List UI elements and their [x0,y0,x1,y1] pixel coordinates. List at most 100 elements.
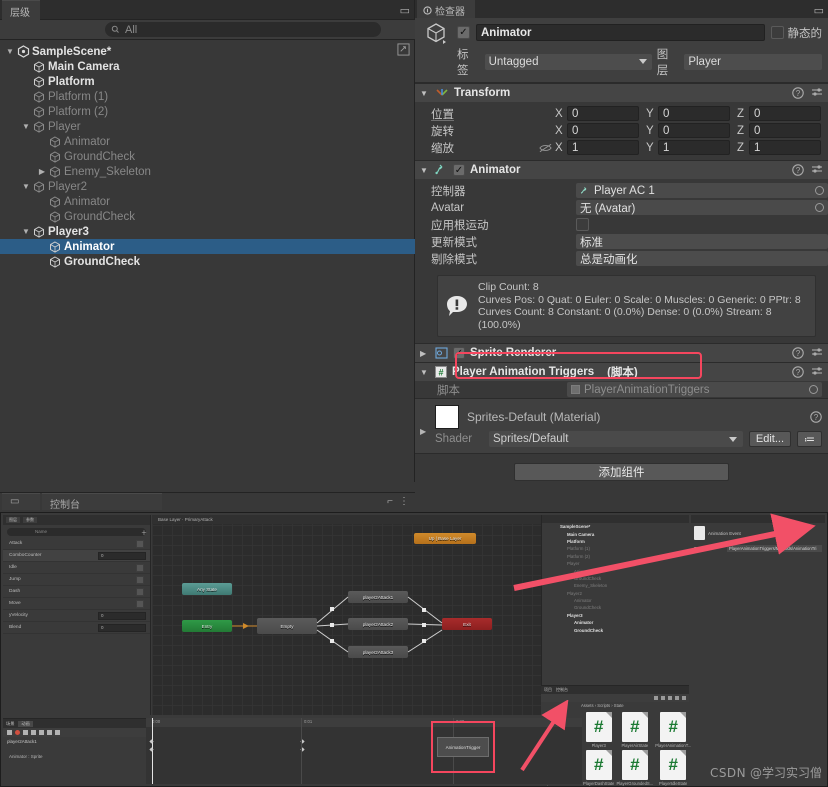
play-icon[interactable] [39,730,44,735]
project-file-item[interactable]: # PlayerAnimationT... [655,712,691,748]
material-foldout-icon[interactable]: ▶ [420,427,426,436]
tab-console[interactable]: 控制台 [42,493,162,511]
tab-inspector[interactable]: 检查器 [417,0,475,18]
help-icon[interactable]: ? [810,411,822,423]
secondary-hierarchy-item[interactable]: Platform [542,538,689,545]
animator-parameter-list[interactable]: Attack ComboCounter 0 Idle Jump Dash Move yVelo… [3,538,150,634]
transform-z-input[interactable]: 1 [749,140,821,155]
hierarchy-item[interactable]: ▼ SampleScene* [0,44,415,59]
project-tab[interactable]: 控制台 [556,687,568,693]
toolbar-icon[interactable] [654,696,658,700]
shader-edit-button[interactable]: Edit... [748,431,791,447]
next-frame-icon[interactable] [47,730,52,735]
add-parameter-icon[interactable]: ＋ [141,528,147,537]
timeline-ruler[interactable]: 0:00 0:01 0:30 [146,718,582,727]
animator-parameter-row[interactable]: Blend 0 [3,622,150,634]
object-picker-icon[interactable] [815,203,824,212]
hierarchy-item[interactable]: Animator [0,194,415,209]
shader-dropdown[interactable]: Sprites/Default [489,431,743,447]
shader-menu-button[interactable]: ≔ [797,431,822,447]
hierarchy-item[interactable]: Main Camera [0,59,415,74]
static-checkbox[interactable] [770,26,784,39]
project-file-item[interactable]: # PlayerDashState [583,750,614,786]
record-icon[interactable] [15,730,20,735]
foldout-arrow-icon[interactable]: ▼ [20,182,32,191]
function-dropdown[interactable]: PlayerAnimationTriggers/Methods/Animatio… [727,545,822,552]
hierarchy-item[interactable]: ▼ Player [0,119,415,134]
parameter-value-input[interactable]: 0 [98,611,146,620]
hierarchy-item[interactable]: ▶ Enemy_Skeleton [0,164,415,179]
tag-dropdown[interactable]: Untagged [484,54,652,70]
parameter-toggle[interactable] [136,587,144,596]
window-menu-icon[interactable]: ▭ [400,4,410,17]
secondary-hierarchy-item[interactable]: Platform (1) [542,545,689,552]
secondary-hierarchy-item[interactable]: Main Camera [542,530,689,537]
animator-state-graph[interactable]: Base Layer · PrimaryAttack Up | Base Lay… [152,515,582,715]
animator-parameter-row[interactable]: Attack [3,538,150,550]
parameter-value-input[interactable]: 0 [98,551,146,560]
secondary-hierarchy-item[interactable]: SampleScene* [542,523,689,530]
animator-enum-dropdown[interactable]: 总是动画化 [576,251,828,266]
inspector-window-menu-icon[interactable]: ▭ [814,4,824,17]
gameobject-name-input[interactable]: Animator [476,24,765,41]
animator-object-field[interactable]: Player AC 1 [576,183,828,198]
animation-window-tab[interactable]: 场景 [6,721,14,727]
hierarchy-tree[interactable]: ▼ SampleScene* Main Camera Platform Platform… [0,42,415,482]
project-toolbar[interactable] [541,694,689,702]
secondary-hierarchy-tree[interactable]: SampleScene* Main Camera Platform Platform … [542,523,689,634]
toolbar-icon[interactable] [668,696,672,700]
foldout-arrow-icon[interactable]: ▼ [20,122,32,131]
animator-parameter-row[interactable]: ComboCounter 0 [3,550,150,562]
animator-param-tab[interactable]: 图层 [6,517,20,523]
hierarchy-item[interactable]: Platform (2) [0,104,415,119]
hierarchy-item[interactable]: GroundCheck [0,254,415,269]
project-tree-item[interactable]: ★ Favorites [541,710,581,717]
preset-icon[interactable] [811,347,823,359]
parameter-toggle[interactable] [136,599,144,608]
help-icon[interactable]: ? [792,366,804,378]
object-picker-icon[interactable] [809,385,818,394]
sprite-renderer-header[interactable]: ▶ ✓ Sprite Renderer ? [415,344,828,362]
layer-dropdown[interactable]: Player [684,54,822,70]
transform-y-input[interactable]: 1 [658,140,730,155]
animator-object-field[interactable]: 无 (Avatar) [576,200,828,215]
parameter-toggle[interactable] [136,539,144,548]
secondary-hierarchy-item[interactable]: Animator [542,619,689,626]
secondary-hierarchy-item[interactable]: Player3 [542,612,689,619]
transform-x-input[interactable]: 1 [567,140,639,155]
animator-parameter-row[interactable]: Dash [3,586,150,598]
transform-x-input[interactable]: 0 [567,106,639,121]
animation-clip-name[interactable]: player2Attack1 [7,739,37,744]
animator-enum-dropdown[interactable]: 标准 [576,234,828,249]
tab-hierarchy[interactable]: 层级 [2,0,40,20]
gameobject-enabled-checkbox[interactable]: ✓ [457,26,470,39]
secondary-hierarchy-item[interactable]: Platform (2) [542,553,689,560]
animator-parameter-row[interactable]: Jump [3,574,150,586]
project-file-item[interactable]: # PlayerIdleState [655,750,691,786]
transform-x-input[interactable]: 0 [567,123,639,138]
animator-parameter-row[interactable]: Move [3,598,150,610]
first-frame-icon[interactable] [23,730,28,735]
animator-parameter-row[interactable]: yVelocity 0 [3,610,150,622]
toolbar-icon[interactable] [661,696,665,700]
search-input[interactable]: All [105,22,381,37]
animation-window-tab[interactable]: 动画 [18,720,33,727]
script-component-header[interactable]: ▼ # Player Animation Triggers (脚本) ? [415,363,828,381]
preset-icon[interactable] [811,87,823,99]
animator-param-search[interactable]: Name [7,528,146,536]
help-icon[interactable]: ? [792,164,804,176]
animator-parameter-row[interactable]: Idle [3,562,150,574]
hierarchy-item[interactable]: Animator [0,239,415,254]
animator-param-tab[interactable]: 参数 [23,517,37,523]
animator-param-tabs[interactable]: 图层 参数 [3,515,150,525]
playhead[interactable] [152,718,153,784]
parameter-toggle[interactable] [136,563,144,572]
resize-grip-icon[interactable]: ⌐ [387,496,393,507]
project-file-item[interactable]: # PlayerGroundedS... [616,750,653,786]
hierarchy-item[interactable]: ▼ Player3 [0,224,415,239]
secondary-hierarchy-item[interactable]: GroundCheck [542,626,689,633]
secondary-hierarchy-item[interactable]: Enemy_Skeleton [542,582,689,589]
transform-y-input[interactable]: 0 [658,123,730,138]
selected-animation-event[interactable]: AnimationTrigger [437,737,489,757]
sprite-renderer-enabled-checkbox[interactable]: ✓ [453,347,465,359]
